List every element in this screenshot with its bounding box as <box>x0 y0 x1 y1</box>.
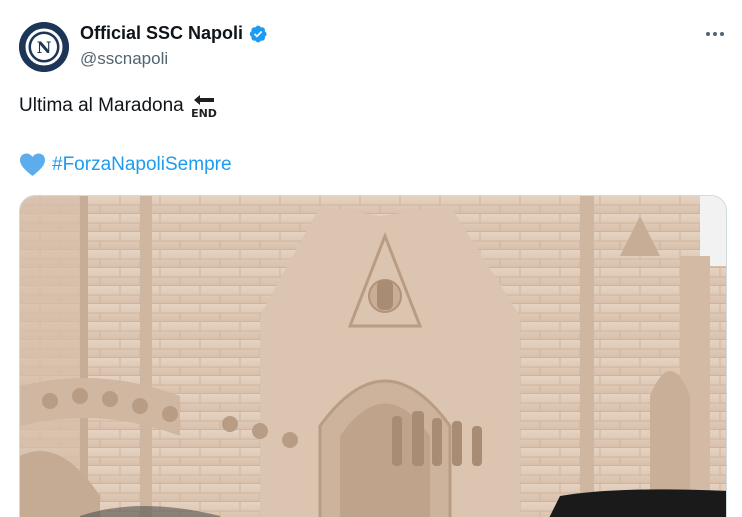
tweet-text: Ultima al Maradona END <box>19 92 218 120</box>
more-options-button[interactable] <box>700 22 730 46</box>
cathedral-facade-image <box>20 196 726 517</box>
hashtag-link[interactable]: #ForzaNapoliSempre <box>52 154 232 176</box>
tweet-photo[interactable] <box>19 195 727 517</box>
verified-badge-icon <box>249 25 267 42</box>
avatar[interactable]: N <box>19 22 69 72</box>
napoli-logo-icon: N <box>19 22 69 72</box>
account-name[interactable]: Official SSC Napoli <box>80 23 243 44</box>
tweet-card[interactable]: N Official SSC Napoli @sscnapoli Ultima … <box>0 0 742 517</box>
svg-text:N: N <box>37 38 52 57</box>
more-icon-dot <box>706 32 710 36</box>
tweet-text-content: Ultima al Maradona <box>19 95 184 116</box>
more-icon-dot <box>713 32 717 36</box>
more-icon-dot <box>720 32 724 36</box>
blue-heart-emoji-icon <box>20 153 45 176</box>
account-name-row[interactable]: Official SSC Napoli <box>80 23 268 44</box>
end-arrow-emoji-icon: END <box>191 95 217 120</box>
account-handle[interactable]: @sscnapoli <box>80 49 168 69</box>
hashtag-line: #ForzaNapoliSempre <box>19 152 232 177</box>
svg-text:END: END <box>191 107 217 120</box>
